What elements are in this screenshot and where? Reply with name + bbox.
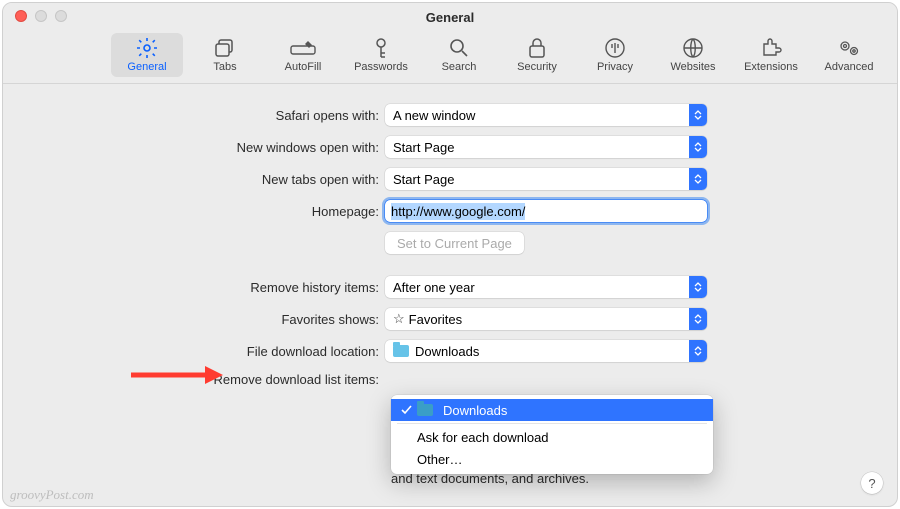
- toolbar-label: Search: [442, 61, 477, 73]
- popup-value: Favorites: [409, 312, 462, 327]
- download-location-label: File download location:: [3, 344, 385, 359]
- checkmark-icon: [399, 405, 413, 415]
- popup-arrows-icon: [689, 136, 707, 158]
- menu-separator: [397, 423, 707, 424]
- remove-history-label: Remove history items:: [3, 280, 385, 295]
- toolbar-label: Security: [517, 61, 557, 73]
- gears-icon: [836, 37, 862, 59]
- preferences-toolbar: General Tabs AutoFill: [3, 31, 897, 84]
- help-button[interactable]: ?: [861, 472, 883, 494]
- homepage-field[interactable]: http://www.google.com/: [385, 200, 707, 222]
- menu-item-other[interactable]: Other…: [391, 448, 713, 470]
- folder-icon: [393, 345, 409, 357]
- close-window-button[interactable]: [15, 10, 27, 22]
- set-current-page-button[interactable]: Set to Current Page: [385, 232, 524, 254]
- folder-icon: [417, 404, 433, 416]
- titlebar: General: [3, 3, 897, 31]
- toolbar-label: Advanced: [825, 61, 874, 73]
- gear-icon: [134, 37, 160, 59]
- popup-value: Start Page: [393, 172, 454, 187]
- puzzle-icon: [758, 37, 784, 59]
- popup-arrows-icon: [689, 168, 707, 190]
- toolbar-label: Tabs: [213, 61, 236, 73]
- toolbar-tab-passwords[interactable]: Passwords: [345, 33, 417, 77]
- traffic-lights: [15, 10, 67, 22]
- preferences-window: General General Tabs: [2, 2, 898, 507]
- homepage-value: http://www.google.com/: [391, 203, 525, 220]
- toolbar-label: General: [127, 61, 166, 73]
- new-tabs-label: New tabs open with:: [3, 172, 385, 187]
- watermark: groovyPost.com: [10, 487, 94, 503]
- toolbar-label: AutoFill: [285, 61, 322, 73]
- toolbar-tab-search[interactable]: Search: [423, 33, 495, 77]
- new-windows-label: New windows open with:: [3, 140, 385, 155]
- popup-value: Downloads: [415, 344, 479, 359]
- zoom-window-button[interactable]: [55, 10, 67, 22]
- key-icon: [368, 37, 394, 59]
- favorites-label: Favorites shows:: [3, 312, 385, 327]
- toolbar-label: Passwords: [354, 61, 408, 73]
- menu-item-label: Downloads: [443, 403, 507, 418]
- toolbar-label: Extensions: [744, 61, 798, 73]
- lock-icon: [524, 37, 550, 59]
- safari-opens-popup[interactable]: A new window: [385, 104, 707, 126]
- popup-value: A new window: [393, 108, 475, 123]
- hand-icon: [602, 37, 628, 59]
- toolbar-label: Privacy: [597, 61, 633, 73]
- toolbar-tab-advanced[interactable]: Advanced: [813, 33, 885, 77]
- safari-opens-label: Safari opens with:: [3, 108, 385, 123]
- star-icon: ☆: [393, 311, 405, 327]
- menu-item-downloads[interactable]: Downloads: [391, 399, 713, 421]
- search-icon: [446, 37, 472, 59]
- globe-icon: [680, 37, 706, 59]
- popup-arrows-icon: [689, 276, 707, 298]
- annotation-arrow-icon: [131, 366, 223, 384]
- toolbar-label: Websites: [670, 61, 715, 73]
- toolbar-tab-autofill[interactable]: AutoFill: [267, 33, 339, 77]
- popup-value: Start Page: [393, 140, 454, 155]
- new-windows-popup[interactable]: Start Page: [385, 136, 707, 158]
- tabs-icon: [212, 37, 238, 59]
- popup-arrows-icon: [689, 308, 707, 330]
- remove-history-popup[interactable]: After one year: [385, 276, 707, 298]
- popup-value: After one year: [393, 280, 475, 295]
- download-location-menu: Downloads Ask for each download Other…: [391, 395, 713, 474]
- toolbar-tab-tabs[interactable]: Tabs: [189, 33, 261, 77]
- toolbar-tab-security[interactable]: Security: [501, 33, 573, 77]
- pencil-field-icon: [290, 37, 316, 59]
- favorites-popup[interactable]: ☆ Favorites: [385, 308, 707, 330]
- download-location-popup[interactable]: Downloads: [385, 340, 707, 362]
- toolbar-tab-general[interactable]: General: [111, 33, 183, 77]
- toolbar-tab-websites[interactable]: Websites: [657, 33, 729, 77]
- menu-item-label: Ask for each download: [417, 430, 549, 445]
- window-title: General: [426, 10, 474, 25]
- popup-arrows-icon: [689, 340, 707, 362]
- minimize-window-button[interactable]: [35, 10, 47, 22]
- toolbar-tab-privacy[interactable]: Privacy: [579, 33, 651, 77]
- menu-item-ask[interactable]: Ask for each download: [391, 426, 713, 448]
- menu-item-label: Other…: [417, 452, 463, 467]
- homepage-label: Homepage:: [3, 204, 385, 219]
- toolbar-tab-extensions[interactable]: Extensions: [735, 33, 807, 77]
- popup-arrows-icon: [689, 104, 707, 126]
- new-tabs-popup[interactable]: Start Page: [385, 168, 707, 190]
- general-pane: Safari opens with: A new window New wind…: [3, 84, 897, 387]
